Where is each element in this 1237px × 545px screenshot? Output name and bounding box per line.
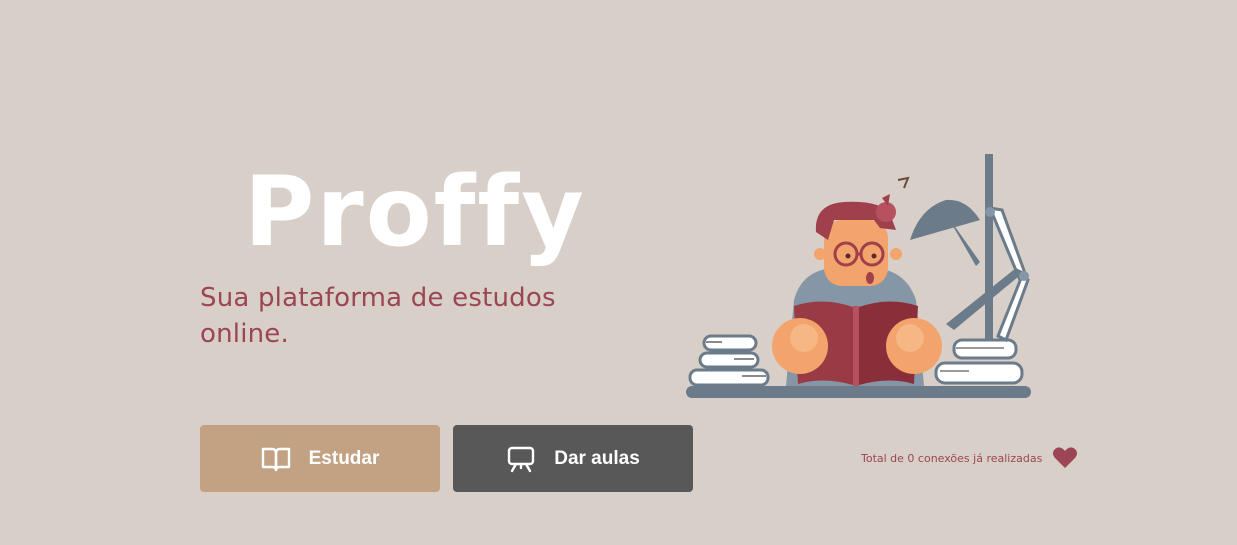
give-classes-button[interactable]: Dar aulas: [453, 425, 693, 492]
tagline: Sua plataforma de estudos online.: [200, 283, 556, 349]
logo-wordmark: Proffy: [244, 167, 586, 268]
hero-illustration: [684, 150, 1034, 402]
total-connections: Total de 0 conexões já realizadas: [861, 446, 1078, 470]
book-open-icon: [261, 446, 291, 472]
study-button[interactable]: Estudar: [200, 425, 440, 492]
heart-icon: [1052, 446, 1078, 470]
landing-page: Proffy Sua plataforma de estudos online.: [0, 0, 1237, 545]
study-button-label: Estudar: [308, 447, 380, 469]
proffy-logo: Proffy: [244, 167, 598, 270]
give-classes-button-label: Dar aulas: [554, 447, 640, 469]
presentation-board-icon: [506, 445, 536, 473]
connections-text: Total de 0 conexões já realizadas: [861, 451, 1043, 465]
